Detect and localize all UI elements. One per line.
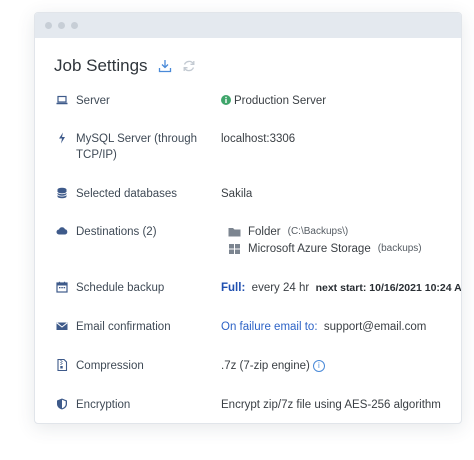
schedule-next-start: next start: 10/16/2021 10:24 AM (315, 282, 462, 294)
encryption-value: Encrypt zip/7z file using AES-256 algori… (221, 399, 441, 411)
window-dot-minimize[interactable] (58, 22, 65, 29)
schedule-type: Full: (221, 282, 246, 294)
cloud-icon (56, 225, 68, 237)
email-address: support@email.com (323, 321, 427, 333)
server-label: Server (76, 95, 110, 107)
calendar-icon (56, 281, 68, 293)
destinations-list: Folder (C:\Backups\) Microsoft Azure Sto… (228, 224, 422, 258)
refresh-icon[interactable] (182, 59, 196, 73)
folder-icon (228, 226, 241, 238)
laptop-icon (56, 94, 68, 106)
server-name: Production Server (234, 95, 327, 107)
title-bar (35, 13, 461, 38)
destination-azure-name: Microsoft Azure Storage (248, 243, 371, 255)
lightning-icon (56, 132, 68, 144)
databases-value: Sakila (221, 188, 253, 200)
destination-azure-detail: (backups) (377, 243, 422, 254)
page-title: Job Settings (54, 56, 148, 75)
window-dot-maximize[interactable] (71, 22, 78, 29)
info-icon (221, 95, 231, 105)
compression-value-wrap: .7z (7-zip engine) i (221, 358, 325, 374)
job-settings-window: Job Settings Server Production Server My… (34, 12, 462, 424)
shield-icon (56, 398, 68, 410)
compression-label: Compression (76, 360, 144, 372)
destination-folder-path: (C:\Backups\) (287, 226, 349, 237)
destinations-label: Destinations (2) (76, 226, 157, 238)
schedule-label: Schedule backup (76, 282, 165, 294)
encryption-label: Encryption (76, 399, 131, 411)
archive-icon (56, 359, 68, 371)
compression-value: .7z (7-zip engine) (221, 360, 310, 372)
email-condition: On failure email to: (221, 321, 318, 333)
server-value[interactable]: Production Server (221, 93, 326, 109)
databases-label: Selected databases (76, 188, 178, 200)
envelope-icon (56, 320, 68, 332)
windows-icon (228, 243, 241, 255)
job-settings-header: Job Settings (54, 56, 196, 76)
mysql-value: localhost:3306 (221, 133, 296, 145)
destination-folder-name: Folder (248, 226, 281, 238)
destination-item-azure[interactable]: Microsoft Azure Storage (backups) (228, 241, 422, 257)
info-icon[interactable]: i (312, 359, 325, 372)
mysql-label: MySQL Server (through TCP/IP) (76, 133, 198, 161)
schedule-interval: every 24 hr (251, 282, 310, 294)
destination-item-folder[interactable]: Folder (C:\Backups\) (228, 224, 422, 240)
window-dot-close[interactable] (45, 22, 52, 29)
email-value[interactable]: On failure email to: support@email.com (221, 319, 426, 335)
schedule-value[interactable]: Full: every 24 hr next start: 10/16/2021… (221, 280, 462, 296)
database-icon (56, 187, 68, 199)
email-label: Email confirmation (76, 321, 171, 333)
download-icon[interactable] (158, 59, 172, 73)
